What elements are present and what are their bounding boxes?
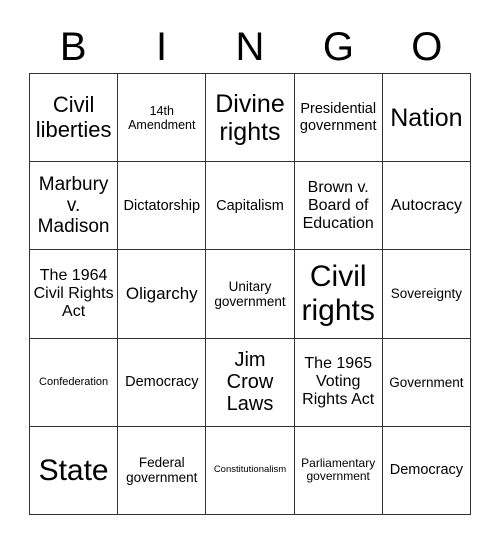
bingo-cell[interactable]: Autocracy — [382, 162, 471, 251]
header-letter-g: G — [322, 25, 354, 69]
bingo-cell[interactable]: 14th Amendment — [118, 74, 207, 163]
bingo-cell[interactable]: Civil rights — [294, 250, 383, 339]
bingo-cell[interactable]: Nation — [382, 74, 471, 163]
bingo-board: Civil liberties 14th Amendment Divine ri… — [29, 73, 471, 515]
bingo-cell[interactable]: Parliamentary government — [294, 426, 383, 515]
bingo-header: B I N G O — [29, 22, 471, 72]
bingo-cell[interactable]: Sovereignty — [382, 250, 471, 339]
bingo-cell[interactable]: Marbury v. Madison — [30, 162, 119, 251]
bingo-cell[interactable]: Unitary government — [206, 250, 295, 339]
header-letter-o: O — [411, 25, 443, 69]
bingo-cell[interactable]: Dictatorship — [118, 162, 207, 251]
bingo-cell[interactable]: State — [30, 426, 119, 515]
bingo-cell[interactable]: Capitalism — [206, 162, 295, 251]
bingo-cell[interactable]: Jim Crow Laws — [206, 338, 295, 427]
bingo-cell[interactable]: Presidential government — [294, 74, 383, 163]
bingo-cell[interactable]: Constitutionalism — [206, 426, 295, 515]
bingo-cell[interactable]: Democracy — [118, 338, 207, 427]
bingo-cell[interactable]: Confederation — [30, 338, 119, 427]
header-letter-i: I — [156, 25, 168, 69]
bingo-cell[interactable]: Civil liberties — [30, 74, 119, 163]
bingo-cell[interactable]: Federal government — [118, 426, 207, 515]
bingo-cell[interactable]: Brown v. Board of Education — [294, 162, 383, 251]
bingo-cell[interactable]: Oligarchy — [118, 250, 207, 339]
header-letter-n: N — [235, 25, 265, 69]
bingo-cell[interactable]: Democracy — [382, 426, 471, 515]
bingo-cell[interactable]: The 1965 Voting Rights Act — [294, 338, 383, 427]
bingo-cell[interactable]: Government — [382, 338, 471, 427]
header-letter-b: B — [59, 25, 87, 69]
bingo-cell[interactable]: Divine rights — [206, 74, 295, 163]
bingo-cell[interactable]: The 1964 Civil Rights Act — [30, 250, 119, 339]
